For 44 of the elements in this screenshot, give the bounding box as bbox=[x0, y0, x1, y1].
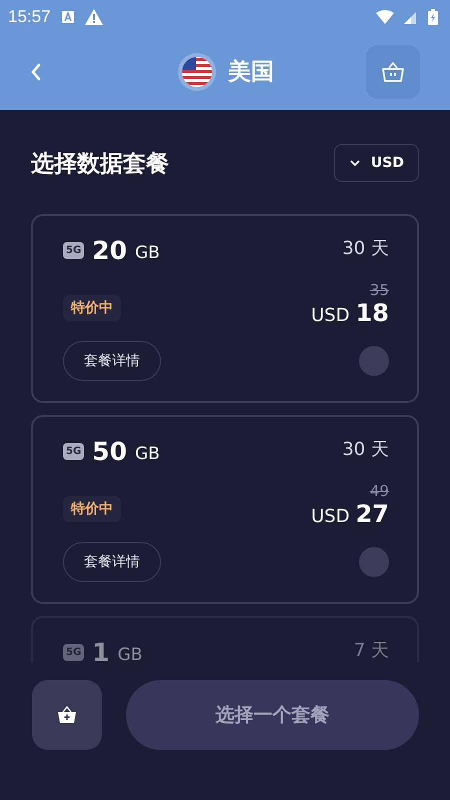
plan-duration: 7 天 bbox=[354, 639, 389, 662]
cart-button[interactable] bbox=[366, 44, 420, 98]
data-unit: GB bbox=[134, 444, 160, 464]
price-currency: USD bbox=[311, 506, 350, 527]
plan-price: 27 bbox=[356, 500, 389, 528]
plan-card[interactable]: 5G 50 GB 30 天 特价中 49 USD 27 套餐详情 bbox=[31, 415, 419, 604]
sale-tag: 特价中 bbox=[63, 496, 121, 522]
warning-icon bbox=[84, 8, 103, 24]
plan-details-button[interactable]: 套餐详情 bbox=[63, 542, 161, 582]
sale-tag: 特价中 bbox=[63, 295, 121, 321]
original-price: 35 bbox=[370, 281, 389, 299]
basket-add-icon bbox=[57, 706, 77, 724]
data-amount: 1 bbox=[92, 638, 110, 662]
network-badge: 5G bbox=[63, 644, 84, 661]
country-title: 美国 bbox=[228, 58, 274, 87]
add-to-cart-button[interactable] bbox=[32, 680, 102, 750]
plan-price: 18 bbox=[356, 299, 389, 327]
wifi-icon bbox=[376, 10, 394, 24]
plan-card[interactable]: 5G 20 GB 30 天 特价中 35 USD 18 套餐详情 bbox=[31, 214, 419, 403]
keyboard-icon bbox=[60, 10, 75, 24]
data-amount: 20 bbox=[92, 236, 127, 265]
currency-dropdown[interactable]: USD bbox=[334, 144, 419, 182]
original-price: 49 bbox=[370, 482, 389, 500]
plan-card[interactable]: 5G 1 GB 7 天 bbox=[31, 616, 419, 662]
data-unit: GB bbox=[118, 645, 142, 662]
flag-icon bbox=[178, 52, 216, 90]
section-title: 选择数据套餐 bbox=[31, 150, 169, 178]
chevron-down-icon bbox=[348, 159, 361, 167]
status-time: 15:57 bbox=[8, 6, 51, 26]
data-amount: 50 bbox=[92, 437, 127, 466]
basket-icon bbox=[381, 60, 405, 82]
network-badge: 5G bbox=[63, 443, 84, 460]
battery-icon bbox=[428, 8, 438, 24]
plan-details-button[interactable]: 套餐详情 bbox=[63, 341, 161, 381]
select-plan-button[interactable]: 选择一个套餐 bbox=[126, 680, 419, 750]
network-badge: 5G bbox=[63, 242, 84, 259]
back-icon bbox=[30, 62, 42, 82]
plan-duration: 30 天 bbox=[342, 237, 389, 260]
radio-button[interactable] bbox=[359, 547, 389, 577]
data-unit: GB bbox=[134, 243, 160, 263]
radio-button[interactable] bbox=[359, 346, 389, 376]
price-currency: USD bbox=[311, 305, 350, 326]
signal-icon bbox=[404, 10, 418, 24]
plan-duration: 30 天 bbox=[342, 438, 389, 461]
